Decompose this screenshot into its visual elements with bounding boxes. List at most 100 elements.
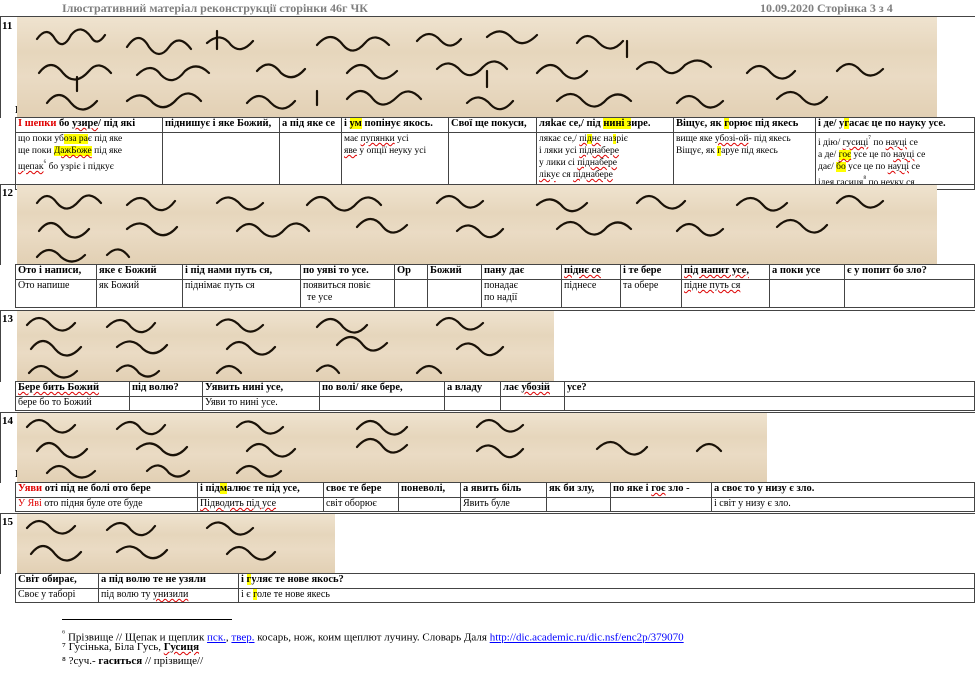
cell: і те бере — [620, 264, 682, 280]
cell: поневолі, — [398, 482, 461, 498]
cell: лякає се,/ піднє назріє і ляки усі підна… — [536, 131, 674, 191]
cell: по яке і гоє зло - — [610, 482, 712, 498]
cell: і гуляє те нове якось? — [238, 573, 975, 589]
cell: а поки усе — [769, 264, 845, 280]
dictionary-link[interactable]: http://dic.academic.ru/dic.nsf/enc2p/379… — [490, 632, 684, 644]
translation-table: Уяви оті під не болі ото бере і підмалює… — [15, 482, 975, 512]
link-tver[interactable]: твер. — [231, 632, 254, 644]
cell: Божий — [427, 264, 482, 280]
translation-table: Бере бить Божий під волю? Уявить нині ус… — [15, 381, 975, 411]
block-number: 12 — [2, 187, 13, 199]
cell: усе? — [564, 381, 975, 397]
manuscript-image — [17, 311, 554, 381]
page-title: Ілюстративний матеріал реконструкції сто… — [62, 1, 368, 15]
translation-table: Світ обирає, а під волю те не узяли і гу… — [15, 573, 975, 603]
block-12: 12 Ото і написи, яке є Божий і під нами … — [0, 184, 975, 310]
cell — [444, 396, 501, 411]
cell: а своє то у низу є зло. — [711, 482, 975, 498]
footnote-8: ⁸ ?суч.- гаситься // прізвище// — [62, 655, 204, 667]
cell: піднє се — [561, 264, 621, 280]
cell: а під яке се — [279, 117, 342, 133]
cell: по волі/ яке бере, — [319, 381, 445, 397]
block-11: 11 R І шепки бо узире/ під які піднишує … — [0, 16, 975, 191]
block-number: 11 — [2, 20, 13, 32]
cell: що поки убоза рає під яке ще поки ДажБож… — [15, 131, 163, 191]
manuscript-scribble — [25, 418, 723, 479]
translation-table: І шепки бо узире/ під які піднишує і яке… — [15, 117, 975, 191]
cell: світ оборює — [323, 497, 399, 512]
cell: яке є Божий — [96, 264, 183, 280]
link-psk[interactable]: пск. — [207, 632, 226, 644]
cell: Світ обирає, — [15, 573, 99, 589]
cell: І шепки бо узире/ під які — [15, 117, 163, 133]
cell: Уявить нині усе, — [202, 381, 320, 397]
cell: Віщує, як горює під якесь — [673, 117, 816, 133]
cell: Ото і написи, — [15, 264, 97, 280]
cell: появиться повіє те усе — [300, 279, 395, 308]
cell — [427, 279, 482, 308]
cell — [319, 396, 445, 411]
cell: Ор — [394, 264, 428, 280]
cell: Бере бить Божий — [15, 381, 130, 397]
cell: та обере — [620, 279, 682, 308]
manuscript-scribble — [25, 519, 277, 562]
cell: і світ у низу є зло. — [711, 497, 975, 512]
cell: під волю ту унизили — [98, 588, 239, 603]
header-row: Ото і написи, яке є Божий і під нами пут… — [15, 264, 975, 280]
cell — [398, 497, 461, 512]
translation-row: Своє у таборі під волю ту унизили і є го… — [15, 588, 975, 603]
cell: під волю? — [129, 381, 203, 397]
block-number: 14 — [2, 415, 13, 427]
cell: а владу — [444, 381, 501, 397]
manuscript-scribble — [35, 194, 885, 263]
cell: вище яке убозі-ой- під якесь Віщує, як г… — [673, 131, 816, 191]
cell — [394, 279, 428, 308]
cell: а під волю те не узяли — [98, 573, 239, 589]
cell: Явить буле — [460, 497, 547, 512]
cell: бере бо то Божий — [15, 396, 130, 411]
cell: піднесе — [561, 279, 621, 308]
block-14: 14 R Уяви оті під не болі ото бере і під… — [0, 412, 975, 513]
footnote-7: ⁷ Гусінька, Біла Гусь, Гусиця — [62, 641, 200, 653]
cell — [769, 279, 845, 308]
cell: є у попит бо зло? — [844, 264, 975, 280]
cell: своє те бере — [323, 482, 399, 498]
manuscript-image — [17, 17, 937, 117]
cell: і де/ угасає це по науку усе. — [815, 117, 975, 133]
translation-row: що поки убоза рає під яке ще поки ДажБож… — [15, 131, 975, 191]
footnote-separator — [62, 619, 232, 620]
block-number: 15 — [2, 516, 13, 528]
manuscript-image — [17, 413, 767, 482]
cell: і є голе те нове якесь — [238, 588, 975, 603]
cell: по уяві то усе. — [300, 264, 395, 280]
translation-row: Ото напише як Божий піднімає путь ся поя… — [15, 279, 975, 308]
manuscript-image — [17, 514, 335, 573]
cell: Своє у таборі — [15, 588, 99, 603]
cell: Підводить під усе — [197, 497, 324, 512]
cell: підне путь ся — [681, 279, 770, 308]
cell: Свої ще покуси, — [448, 117, 537, 133]
cell — [546, 497, 611, 512]
cell: як би злу, — [546, 482, 611, 498]
cell — [129, 396, 203, 411]
cell: пану дає — [481, 264, 562, 280]
cell: піднімає путь ся — [182, 279, 301, 308]
cell — [610, 497, 712, 512]
header-row: Уяви оті під не болі ото бере і підмалює… — [15, 482, 975, 498]
cell: У Яві ото підня буле оте буде — [15, 497, 198, 512]
cell: а явить біль — [460, 482, 547, 498]
cell — [162, 131, 280, 191]
cell: Ото напише — [15, 279, 97, 308]
block-15: 15 Світ обирає, а під волю те не узяли і… — [0, 513, 975, 605]
cell: ляkає се,/ під нині зире. — [536, 117, 674, 133]
cell: Уяви то нині усе. — [202, 396, 320, 411]
block-13: 13 Бере бить Божий під волю? Уявить нині… — [0, 310, 975, 412]
cell — [500, 396, 565, 411]
manuscript-image — [17, 185, 937, 264]
cell — [564, 396, 975, 411]
header-row: І шепки бо узире/ під які піднишує і яке… — [15, 117, 975, 133]
translation-row: У Яві ото підня буле оте буде Підводить … — [15, 497, 975, 512]
header-row: Бере бить Божий під волю? Уявить нині ус… — [15, 381, 975, 397]
cell — [448, 131, 537, 191]
cell: як Божий — [96, 279, 183, 308]
